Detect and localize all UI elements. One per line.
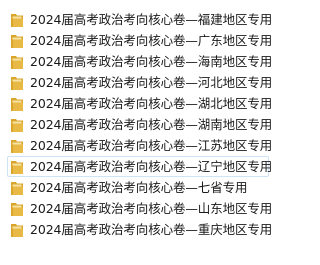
folder-label: 2024届高考政治考向核心卷—重庆地区专用 [30, 221, 273, 237]
folder-icon [10, 54, 24, 70]
folder-label: 2024届高考政治考向核心卷—辽宁地区专用 [30, 158, 273, 174]
folder-item[interactable]: 2024届高考政治考向核心卷—福建地区专用 [7, 9, 273, 30]
folder-icon [10, 33, 24, 49]
folder-label: 2024届高考政治考向核心卷—七省专用 [30, 179, 248, 195]
folder-item[interactable]: 2024届高考政治考向核心卷—七省专用 [7, 177, 269, 198]
folder-item[interactable]: 2024届高考政治考向核心卷—海南地区专用 [7, 51, 273, 72]
folder-label: 2024届高考政治考向核心卷—广东地区专用 [30, 32, 273, 48]
folder-icon [10, 159, 24, 175]
folder-item[interactable]: 2024届高考政治考向核心卷—湖北地区专用 [7, 93, 273, 114]
folder-label: 2024届高考政治考向核心卷—海南地区专用 [30, 53, 273, 69]
folder-item[interactable]: 2024届高考政治考向核心卷—河北地区专用 [7, 72, 273, 93]
folder-label: 2024届高考政治考向核心卷—江苏地区专用 [30, 137, 273, 153]
folder-label: 2024届高考政治考向核心卷—河北地区专用 [30, 74, 273, 90]
folder-label: 2024届高考政治考向核心卷—湖北地区专用 [30, 95, 273, 111]
folder-item[interactable]: 2024届高考政治考向核心卷—广东地区专用 [7, 30, 273, 51]
folder-icon [10, 12, 24, 28]
folder-icon [10, 96, 24, 112]
folder-item[interactable]: 2024届高考政治考向核心卷—山东地区专用 [7, 198, 273, 219]
folder-icon [10, 138, 24, 154]
folder-item[interactable]: 2024届高考政治考向核心卷—江苏地区专用 [7, 135, 273, 156]
folder-icon [10, 75, 24, 91]
folder-icon [10, 222, 24, 238]
folder-label: 2024届高考政治考向核心卷—山东地区专用 [30, 200, 273, 216]
folder-icon [10, 201, 24, 217]
folder-label: 2024届高考政治考向核心卷—湖南地区专用 [30, 116, 273, 132]
folder-item-selected[interactable]: 2024届高考政治考向核心卷—辽宁地区专用 [7, 156, 273, 177]
folder-item[interactable]: 2024届高考政治考向核心卷—重庆地区专用 [7, 219, 273, 240]
folder-item[interactable]: 2024届高考政治考向核心卷—湖南地区专用 [7, 114, 273, 135]
folder-icon [10, 117, 24, 133]
folder-icon [10, 180, 24, 196]
file-list: 2024届高考政治考向核心卷—福建地区专用 2024届高考政治考向核心卷—广东地… [0, 0, 320, 265]
folder-label: 2024届高考政治考向核心卷—福建地区专用 [30, 11, 273, 27]
